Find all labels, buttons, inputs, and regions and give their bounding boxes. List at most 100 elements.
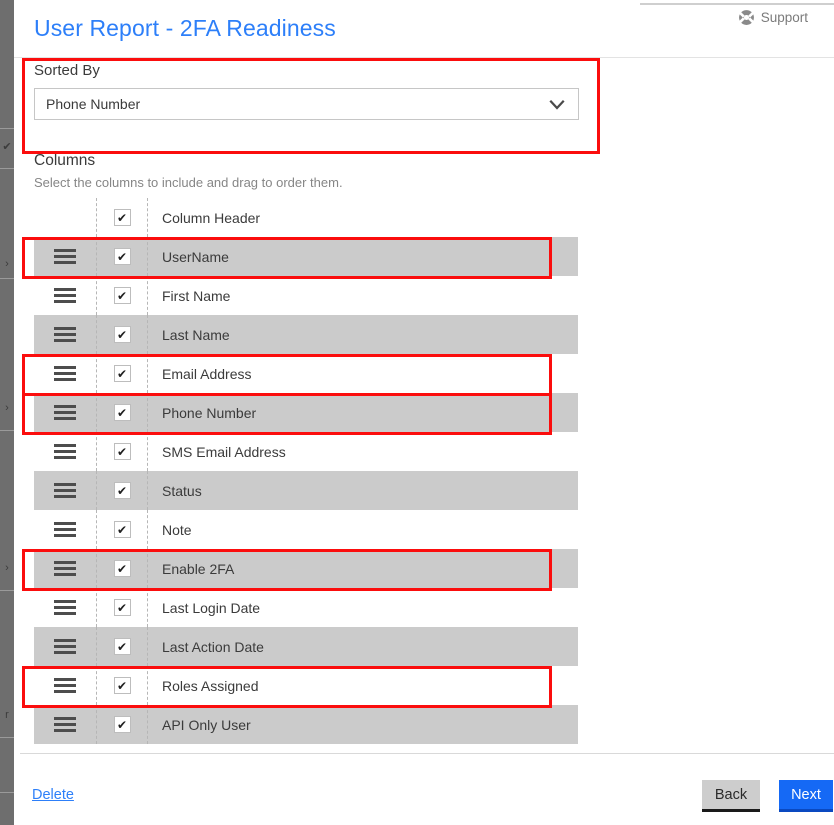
column-row[interactable]: ✔ Last Action Date [34,627,578,666]
column-row[interactable]: ✔ Last Login Date [34,588,578,627]
drag-handle-icon[interactable] [54,561,76,576]
dialog-header: User Report - 2FA Readiness Support [14,0,834,58]
drag-handle-cell[interactable] [34,393,96,432]
column-row[interactable]: ✔ API Only User [34,705,578,744]
column-label: Status [162,482,202,499]
column-checkbox[interactable]: ✔ [113,404,131,421]
column-row[interactable]: ✔ Roles Assigned [34,666,578,705]
page-title: User Report - 2FA Readiness [34,15,336,41]
column-checkbox-cell[interactable]: ✔ [96,627,148,666]
column-label: Last Name [162,326,230,343]
column-checkbox[interactable]: ✔ [113,560,131,577]
column-checkbox-cell[interactable]: ✔ [96,237,148,276]
background-divider [0,278,14,279]
column-checkbox-cell[interactable]: ✔ [96,666,148,705]
column-checkbox-cell[interactable]: ✔ [96,588,148,627]
drag-handle-icon[interactable] [54,249,76,264]
drag-handle-cell [34,198,96,237]
column-checkbox-cell[interactable]: ✔ [96,276,148,315]
background-ghost-mark: › [5,258,9,270]
column-checkbox-cell[interactable]: ✔ [96,549,148,588]
column-checkbox-cell[interactable]: ✔ [96,471,148,510]
column-checkbox[interactable]: ✔ [113,326,131,343]
drag-handle-cell[interactable] [34,471,96,510]
chevron-down-icon [548,97,566,118]
column-row[interactable]: ✔ Status [34,471,578,510]
column-checkbox[interactable]: ✔ [113,482,131,499]
column-checkbox[interactable]: ✔ [113,365,131,382]
drag-handle-icon[interactable] [54,327,76,342]
column-checkbox[interactable]: ✔ [113,677,131,694]
background-divider [0,430,14,431]
drag-handle-icon[interactable] [54,405,76,420]
column-row[interactable]: ✔ Enable 2FA [34,549,578,588]
column-row[interactable]: ✔ Email Address [34,354,578,393]
report-wizard-dialog: User Report - 2FA Readiness Support Sort… [14,0,834,825]
drag-handle-icon[interactable] [54,522,76,537]
column-checkbox-cell[interactable]: ✔ [96,510,148,549]
drag-handle-icon[interactable] [54,483,76,498]
column-label: Last Login Date [162,599,261,616]
column-label: Last Action Date [162,638,264,655]
column-checkbox[interactable]: ✔ [113,209,131,226]
column-row[interactable]: ✔ SMS Email Address [34,432,578,471]
column-checkbox[interactable]: ✔ [113,287,131,304]
column-checkbox[interactable]: ✔ [113,638,131,655]
column-checkbox[interactable]: ✔ [113,716,131,733]
drag-handle-icon[interactable] [54,366,76,381]
delete-link[interactable]: Delete [32,787,74,803]
drag-handle-cell[interactable] [34,432,96,471]
next-button[interactable]: Next [779,780,833,812]
column-label: Email Address [162,365,252,382]
sorted-by-select[interactable]: Phone Number [34,88,579,120]
drag-handle-cell[interactable] [34,510,96,549]
drag-handle-cell[interactable] [34,627,96,666]
columns-help-text: Select the columns to include and drag t… [34,175,343,190]
column-row[interactable]: ✔ Column Header [34,198,578,237]
drag-handle-cell[interactable] [34,549,96,588]
column-row[interactable]: ✔ Phone Number [34,393,578,432]
drag-handle-icon[interactable] [54,288,76,303]
drag-handle-cell[interactable] [34,705,96,744]
columns-section: Columns Select the columns to include an… [34,152,594,744]
column-checkbox-cell[interactable]: ✔ [96,705,148,744]
drag-handle-icon[interactable] [54,717,76,732]
columns-list: ✔ Column Header ✔ UserName ✔ First Name ✔ Last … [34,198,578,744]
column-row[interactable]: ✔ Last Name [34,315,578,354]
column-label: Enable 2FA [162,560,235,577]
background-ghost-mark: › [5,562,9,574]
drag-handle-cell[interactable] [34,354,96,393]
column-checkbox-cell[interactable]: ✔ [96,198,148,237]
column-checkbox[interactable]: ✔ [113,521,131,538]
background-divider [0,792,14,793]
drag-handle-icon[interactable] [54,678,76,693]
footer-divider [20,753,834,754]
drag-handle-cell[interactable] [34,666,96,705]
sorted-by-selected-value: Phone Number [46,96,141,112]
column-checkbox-cell[interactable]: ✔ [96,393,148,432]
back-button[interactable]: Back [702,780,760,812]
lifebuoy-icon [738,9,755,26]
columns-title: Columns [34,152,96,169]
support-link[interactable]: Support [738,9,808,26]
background-divider [0,168,14,169]
background-ghost-mark: › [5,402,9,414]
column-row[interactable]: ✔ UserName [34,237,578,276]
drag-handle-cell[interactable] [34,276,96,315]
drag-handle-icon[interactable] [54,444,76,459]
support-label: Support [760,10,808,25]
column-checkbox[interactable]: ✔ [113,443,131,460]
column-label: Roles Assigned [162,677,259,694]
drag-handle-cell[interactable] [34,237,96,276]
column-checkbox-cell[interactable]: ✔ [96,354,148,393]
column-row[interactable]: ✔ Note [34,510,578,549]
drag-handle-icon[interactable] [54,600,76,615]
drag-handle-cell[interactable] [34,588,96,627]
column-checkbox-cell[interactable]: ✔ [96,432,148,471]
drag-handle-icon[interactable] [54,639,76,654]
column-row[interactable]: ✔ First Name [34,276,578,315]
drag-handle-cell[interactable] [34,315,96,354]
column-checkbox[interactable]: ✔ [113,248,131,265]
column-checkbox[interactable]: ✔ [113,599,131,616]
column-checkbox-cell[interactable]: ✔ [96,315,148,354]
